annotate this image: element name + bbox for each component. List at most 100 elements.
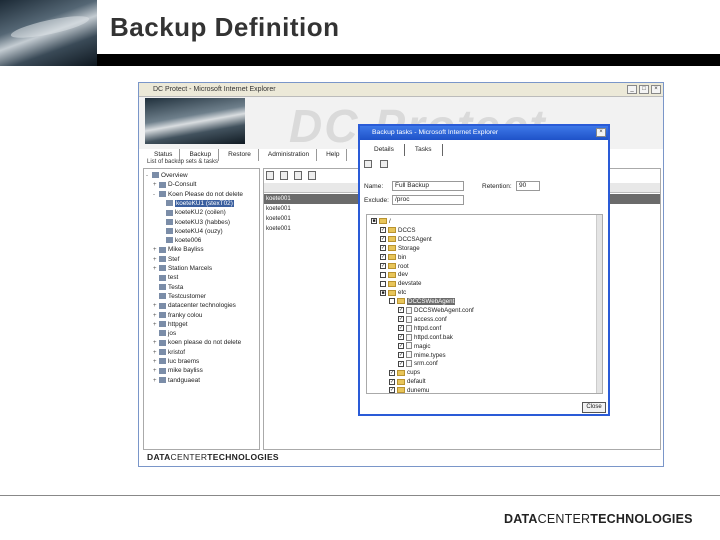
tree-item[interactable]: + datacenter technologies bbox=[153, 301, 236, 310]
computer-icon bbox=[159, 293, 166, 300]
retention-field[interactable]: 90 bbox=[516, 181, 540, 191]
file-tree-item[interactable]: ✓ httpd.conf.bak bbox=[398, 333, 453, 342]
file-tree-item[interactable]: ✓ srm.conf bbox=[398, 359, 438, 368]
tree-item[interactable]: + tandguaeat bbox=[153, 376, 200, 385]
tree-item[interactable]: + httpget bbox=[153, 320, 188, 329]
computer-icon bbox=[159, 265, 166, 272]
tree-item[interactable]: test bbox=[153, 273, 178, 282]
tree-item[interactable]: - Overview bbox=[146, 171, 188, 180]
file-tree-item[interactable]: ✓ cups bbox=[389, 368, 420, 377]
close-icon[interactable]: × bbox=[596, 128, 606, 137]
tab-details[interactable]: Details bbox=[364, 144, 405, 156]
tree-item[interactable]: jos bbox=[153, 329, 176, 338]
file-tree-label: Storage bbox=[398, 244, 420, 252]
file-tree-item[interactable]: ✓ DCCS bbox=[380, 226, 416, 235]
tree-item[interactable]: koeteKU2 (coilen) bbox=[160, 208, 226, 217]
tree-item[interactable]: + kristof bbox=[153, 348, 185, 357]
tree-item[interactable]: + Mike Bayliss bbox=[153, 245, 204, 254]
include-checkbox[interactable]: ✓ bbox=[380, 227, 386, 234]
file-tree-item[interactable]: ✓ magic bbox=[398, 342, 431, 351]
close-button[interactable]: Close bbox=[582, 402, 606, 413]
include-checkbox[interactable]: ✓ bbox=[389, 387, 395, 393]
include-checkbox[interactable]: ✓ bbox=[380, 253, 386, 260]
include-checkbox[interactable]: ✓ bbox=[398, 307, 404, 314]
include-checkbox[interactable]: ✓ bbox=[398, 334, 404, 341]
file-tree-item[interactable]: ✓ dunemu bbox=[389, 386, 429, 393]
expand-toggle-icon[interactable]: - bbox=[146, 172, 151, 181]
tree-item[interactable]: + D-Consult bbox=[153, 180, 196, 189]
tree-item[interactable]: - Koen Please do not delete bbox=[153, 190, 243, 199]
file-tree-item[interactable]: devstate bbox=[380, 279, 421, 288]
file-icon bbox=[406, 315, 412, 323]
close-icon[interactable]: × bbox=[651, 85, 661, 94]
properties-icon[interactable] bbox=[380, 160, 388, 168]
file-tree-label: root bbox=[398, 262, 409, 270]
name-field[interactable]: Full Backup bbox=[392, 181, 464, 191]
minimize-icon[interactable]: _ bbox=[627, 85, 637, 94]
file-tree-label: magic bbox=[414, 342, 431, 350]
tree-item[interactable]: + luc braems bbox=[153, 357, 199, 366]
tree-item[interactable]: koeteKU3 (habbes) bbox=[160, 218, 230, 227]
file-tree-item[interactable]: ✓ DCCSWebAgent.conf bbox=[398, 306, 474, 315]
include-checkbox[interactable]: ✓ bbox=[398, 360, 404, 367]
tree-item[interactable]: koeteKU1 (stexT02) bbox=[160, 199, 234, 208]
tree-scrollbar[interactable] bbox=[596, 215, 602, 393]
include-checkbox[interactable]: ✓ bbox=[389, 378, 395, 385]
file-tree-item[interactable]: ✓ root bbox=[380, 262, 409, 271]
file-tree-item[interactable]: ✓ default bbox=[389, 377, 426, 386]
file-tree-item[interactable]: ✓ Storage bbox=[380, 244, 420, 253]
tree-item[interactable]: + franky colou bbox=[153, 311, 202, 320]
include-checkbox[interactable]: ✓ bbox=[380, 262, 386, 269]
include-checkbox[interactable]: ✓ bbox=[389, 369, 395, 376]
tab-help[interactable]: Help bbox=[319, 149, 348, 161]
tree-item[interactable]: Testa bbox=[153, 283, 183, 292]
file-tree-label: dev bbox=[398, 271, 408, 279]
tab-tasks[interactable]: Tasks bbox=[405, 144, 443, 156]
include-checkbox[interactable] bbox=[380, 280, 386, 287]
tree-item[interactable]: + Station Marcels bbox=[153, 264, 212, 273]
file-selection-tree: ■ / ✓ DCCS ✓ DCCSAgent ✓ Storage ✓ bin ✓ root dev dev… bbox=[366, 214, 603, 394]
logo-data: DATA bbox=[504, 512, 538, 526]
tree-item-label: koeteKU4 (ouzy) bbox=[175, 227, 223, 235]
file-tree-item[interactable]: ■ etc bbox=[380, 288, 406, 297]
include-checkbox[interactable] bbox=[380, 271, 386, 278]
expand-toggle-icon[interactable]: + bbox=[153, 377, 158, 386]
file-tree-item[interactable]: ✓ httpd.conf bbox=[398, 324, 441, 333]
tree-item[interactable]: + mike bayliss bbox=[153, 366, 203, 375]
file-tree-item[interactable]: ✓ mime.types bbox=[398, 351, 446, 360]
tree-item-label: franky colou bbox=[168, 311, 203, 319]
expand-toggle-icon[interactable]: - bbox=[153, 191, 158, 200]
file-tree-item[interactable]: dev bbox=[380, 270, 408, 279]
export-icon[interactable] bbox=[308, 171, 316, 180]
tab-restore[interactable]: Restore bbox=[221, 149, 259, 161]
file-tree-item[interactable]: ■ / bbox=[371, 217, 391, 226]
maximize-icon[interactable]: □ bbox=[639, 85, 649, 94]
delete-icon[interactable] bbox=[294, 171, 302, 180]
file-tree-item[interactable]: ✓ access.conf bbox=[398, 315, 447, 324]
new-icon[interactable] bbox=[266, 171, 274, 180]
tree-item[interactable]: koeteKU4 (ouzy) bbox=[160, 227, 223, 236]
include-checkbox[interactable]: ■ bbox=[371, 218, 377, 225]
include-checkbox[interactable] bbox=[389, 298, 395, 305]
computer-icon bbox=[159, 311, 166, 318]
file-tree-item[interactable]: DCCSWebAgent bbox=[389, 297, 456, 306]
folder-icon bbox=[388, 262, 396, 269]
tree-item[interactable]: Testcustomer bbox=[153, 292, 206, 301]
include-checkbox[interactable]: ✓ bbox=[398, 342, 404, 349]
include-checkbox[interactable]: ■ bbox=[380, 289, 386, 296]
include-checkbox[interactable]: ✓ bbox=[398, 325, 404, 332]
tree-item[interactable]: + Stef bbox=[153, 255, 179, 264]
folder-icon bbox=[388, 245, 396, 252]
file-tree-item[interactable]: ✓ bin bbox=[380, 253, 406, 262]
exclude-field[interactable]: /proc bbox=[392, 195, 464, 205]
save-icon[interactable] bbox=[364, 160, 372, 168]
tree-item[interactable]: + koen please do not delete bbox=[153, 338, 241, 347]
tree-item[interactable]: koete006 bbox=[160, 236, 201, 245]
include-checkbox[interactable]: ✓ bbox=[380, 236, 386, 243]
include-checkbox[interactable]: ✓ bbox=[380, 245, 386, 252]
open-icon[interactable] bbox=[280, 171, 288, 180]
tab-administration[interactable]: Administration bbox=[261, 149, 318, 161]
file-tree-item[interactable]: ✓ DCCSAgent bbox=[380, 235, 432, 244]
include-checkbox[interactable]: ✓ bbox=[398, 316, 404, 323]
include-checkbox[interactable]: ✓ bbox=[398, 351, 404, 358]
